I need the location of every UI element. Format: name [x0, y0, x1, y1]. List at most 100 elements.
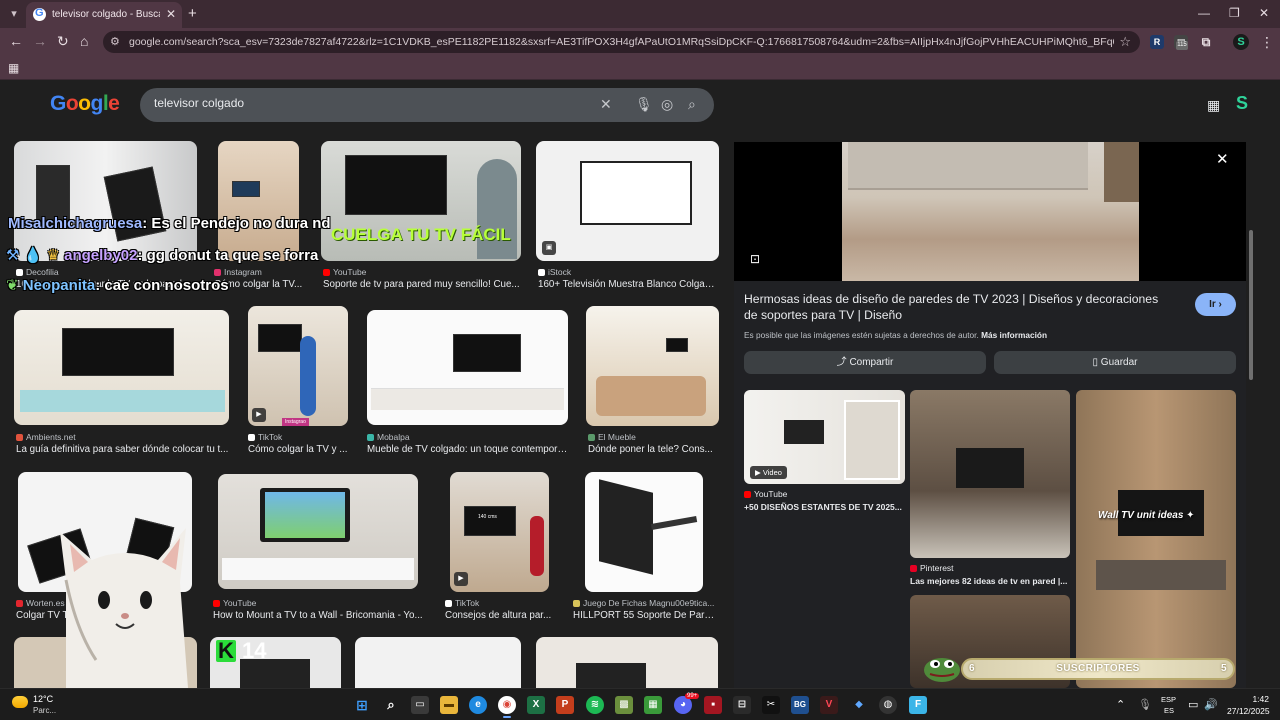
bookmark-star-icon[interactable]: ☆	[1119, 34, 1131, 50]
capcut-icon[interactable]: ✂	[762, 696, 780, 714]
preview-title[interactable]: Hermosas ideas de diseño de paredes de T…	[744, 291, 1174, 323]
result-source[interactable]: YouTube	[323, 267, 366, 277]
creeper-icon[interactable]: ▦	[644, 696, 662, 714]
window-close-button[interactable]: ✕	[1259, 6, 1269, 20]
volume-icon[interactable]: 🔊	[1204, 698, 1218, 711]
chrome-icon[interactable]: ◉	[498, 696, 516, 714]
voice-search-icon[interactable]: 🎙	[635, 96, 653, 113]
browser-menu-icon[interactable]: ⋮	[1260, 34, 1274, 51]
result-caption[interactable]: Cómo colgar la TV y ...	[248, 444, 352, 455]
result-image[interactable]	[367, 310, 568, 425]
spotify-icon[interactable]: ≋	[586, 696, 604, 714]
extensions-puzzle-icon[interactable]: ⧉	[1199, 35, 1213, 49]
file-explorer-icon[interactable]: ▬	[440, 696, 458, 714]
result-caption[interactable]: Consejos de altura par...	[445, 610, 553, 621]
result-image[interactable]: CUELGA TU TV FÁCIL	[321, 141, 521, 261]
reload-button[interactable]: ↻	[57, 33, 69, 50]
start-icon[interactable]: ⊞	[353, 696, 371, 714]
preview-image[interactable]: ⊡	[734, 142, 1246, 281]
result-source[interactable]: TikTok	[248, 432, 282, 442]
apps-grid-icon[interactable]: ▦	[8, 61, 19, 75]
forward-button[interactable]: →	[33, 33, 47, 49]
result-source[interactable]: Ambients.net	[16, 432, 76, 442]
result-caption[interactable]: HILLPORT 55 Soporte De Pare...	[573, 610, 718, 621]
weather-desc[interactable]: Parc...	[33, 706, 56, 715]
task-view-icon[interactable]: ▭	[411, 696, 429, 714]
result-image[interactable]: ▶ Instagrao	[248, 306, 348, 426]
steam-icon[interactable]: ◍	[879, 696, 897, 714]
result-caption[interactable]: La guía definitiva para saber dónde colo…	[16, 444, 231, 455]
related-image[interactable]	[910, 390, 1070, 558]
search-icon[interactable]: ⌕	[382, 696, 400, 714]
clock-date[interactable]: 27/12/2025	[1227, 706, 1270, 716]
minimize-button[interactable]: —	[1198, 6, 1210, 20]
result-source[interactable]: iStock	[538, 267, 571, 277]
powerpoint-icon[interactable]: P	[556, 696, 574, 714]
result-source[interactable]: Mobalpa	[367, 432, 410, 442]
result-caption[interactable]: 160+ Televisión Muestra Blanco Colgad...	[538, 279, 718, 290]
result-caption[interactable]: How to Mount a TV to a Wall - Bricomania…	[213, 610, 423, 621]
weather-icon[interactable]	[12, 696, 28, 708]
result-caption[interactable]: Soporte de tv para pared muy sencillo! C…	[323, 279, 521, 290]
result-image[interactable]: 140 cms ▶	[450, 472, 549, 592]
scrollbar-thumb[interactable]	[1249, 230, 1253, 380]
tab-active[interactable]: televisor colgado - Buscar con Google ✕	[26, 2, 182, 28]
maximize-button[interactable]: ❐	[1229, 6, 1240, 20]
edge-icon[interactable]: e	[469, 696, 487, 714]
result-image[interactable]: ▣	[536, 141, 719, 261]
app-icon[interactable]: ◆	[850, 696, 868, 714]
result-image[interactable]	[355, 637, 521, 688]
tab-search-icon[interactable]: ▾	[6, 6, 22, 22]
profile-avatar[interactable]: S	[1233, 34, 1249, 50]
save-button[interactable]: ▯ Guardar	[994, 351, 1236, 374]
home-button[interactable]: ⌂	[80, 33, 88, 49]
tab-close-icon[interactable]: ✕	[166, 7, 176, 21]
lens-icon[interactable]: ⊡	[750, 252, 760, 266]
more-info-link[interactable]: Más información	[981, 330, 1047, 340]
panel-scrollbar[interactable]	[1248, 142, 1254, 688]
result-image[interactable]	[218, 474, 418, 589]
close-panel-icon[interactable]: ✕	[1216, 150, 1229, 168]
result-image[interactable]	[585, 472, 703, 592]
search-icon[interactable]: ⌕	[688, 96, 696, 113]
result-image[interactable]	[14, 310, 229, 425]
new-tab-button[interactable]: +	[188, 5, 197, 22]
visit-button[interactable]: Ir ›	[1195, 293, 1236, 316]
tray-chevron-icon[interactable]: ⌃	[1116, 698, 1125, 711]
related-image[interactable]: Wall TV unit ideas ✦	[1076, 390, 1236, 688]
result-caption[interactable]: Dónde poner la tele? Cons...	[588, 444, 718, 455]
result-image[interactable]	[536, 637, 718, 688]
language-indicator[interactable]: ESP	[1161, 695, 1176, 704]
related-caption[interactable]: Las mejores 82 ideas de tv en pared |...	[910, 576, 1070, 586]
search-input[interactable]	[154, 96, 594, 110]
result-source[interactable]: Juego De Fichas Magnu00e9tica...	[573, 598, 714, 608]
site-info-icon[interactable]: ⚙	[110, 35, 120, 48]
store-icon[interactable]: ⊟	[733, 696, 751, 714]
google-apps-icon[interactable]: ▦	[1207, 97, 1220, 114]
clear-icon[interactable]: ✕	[600, 96, 612, 113]
related-image[interactable]: ▶ Video	[744, 390, 905, 484]
result-caption[interactable]: Mueble de TV colgado: un toque contempor…	[367, 444, 571, 455]
excel-icon[interactable]: X	[527, 696, 545, 714]
related-source[interactable]: Pinterest	[910, 563, 954, 573]
minecraft-icon[interactable]: ▩	[615, 696, 633, 714]
app-icon[interactable]: F	[909, 696, 927, 714]
share-button[interactable]: ⤴ Compartir	[744, 351, 986, 374]
address-bar[interactable]: ⚙ google.com/search?sca_esv=7323de7827af…	[103, 31, 1140, 53]
account-avatar[interactable]: S	[1236, 93, 1252, 115]
extension-icon[interactable]: R	[1150, 35, 1164, 49]
result-image[interactable]	[586, 306, 719, 426]
lens-search-icon[interactable]: ◎	[661, 96, 673, 113]
result-image[interactable]	[14, 141, 197, 261]
search-box[interactable]: ✕ 🎙 ◎ ⌕	[140, 88, 714, 122]
mic-icon[interactable]: 🎙	[1138, 698, 1152, 711]
weather-temp[interactable]: 12°C	[33, 694, 53, 704]
result-source[interactable]: YouTube	[213, 598, 256, 608]
network-icon[interactable]: ▭	[1188, 698, 1198, 711]
google-logo[interactable]: Google	[50, 92, 120, 116]
back-button[interactable]: ←	[9, 33, 23, 49]
result-image[interactable]	[218, 141, 299, 261]
keyboard-layout[interactable]: ES	[1164, 706, 1174, 715]
bg-app-icon[interactable]: BG	[791, 696, 809, 714]
result-source[interactable]: TikTok	[445, 598, 479, 608]
